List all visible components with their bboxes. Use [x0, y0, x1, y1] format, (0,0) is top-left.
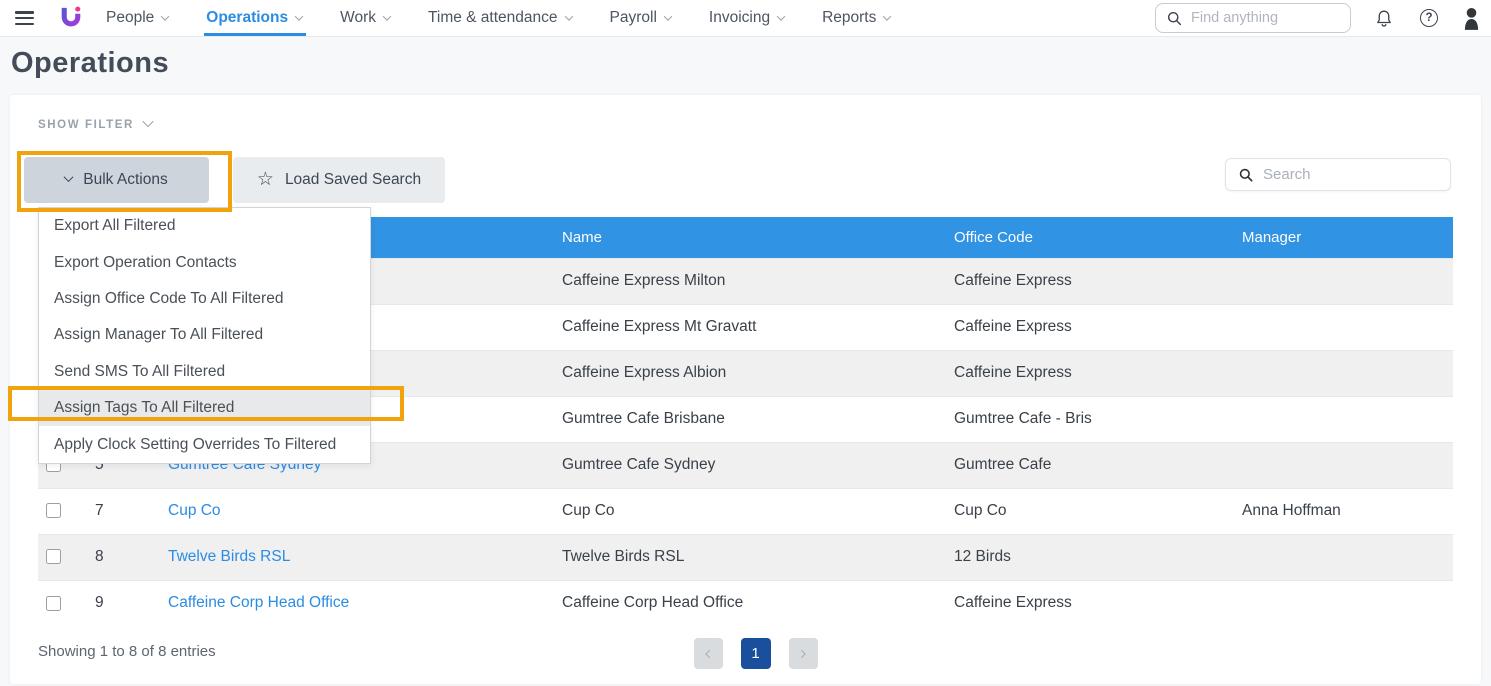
search-icon [1239, 168, 1253, 182]
menu-item-export-operation-contacts[interactable]: Export Operation Contacts [39, 244, 370, 280]
table-search [1225, 158, 1451, 191]
help-icon[interactable] [1420, 9, 1438, 27]
hamburger-menu-icon[interactable] [15, 11, 34, 25]
row-checkbox[interactable] [46, 503, 61, 518]
menu-item-assign-tags[interactable]: Assign Tags To All Filtered [39, 390, 370, 426]
nav-reports[interactable]: Reports [822, 0, 890, 36]
operation-link[interactable]: Caffeine Corp Head Office [168, 594, 349, 611]
header-manager: Manager [1240, 217, 1453, 258]
chevron-down-icon [777, 12, 785, 20]
page-title: Operations [11, 47, 169, 80]
nav-people[interactable]: People [106, 0, 168, 36]
prev-page-button[interactable] [694, 638, 723, 669]
chevron-down-icon [161, 12, 169, 20]
header-name: Name [560, 217, 952, 258]
menu-item-export-all-filtered[interactable]: Export All Filtered [39, 208, 370, 244]
nav-work[interactable]: Work [340, 0, 390, 36]
notifications-bell-icon[interactable] [1375, 9, 1393, 28]
next-page-button[interactable] [789, 638, 818, 669]
nav-time-attendance[interactable]: Time & attendance [428, 0, 572, 36]
operations-card: SHOW FILTER Bulk Actions ☆ Load Saved Se… [10, 95, 1481, 684]
menu-item-assign-manager[interactable]: Assign Manager To All Filtered [39, 317, 370, 353]
user-avatar[interactable] [1461, 6, 1482, 31]
chevron-right-icon [797, 649, 805, 657]
global-search-input[interactable] [1191, 10, 1331, 26]
search-icon [1167, 11, 1182, 26]
nav-payroll[interactable]: Payroll [610, 0, 671, 36]
bulk-actions-menu: Export All Filtered Export Operation Con… [38, 207, 371, 464]
chevron-down-icon [64, 172, 74, 182]
chevron-down-icon [142, 115, 153, 126]
table-search-input[interactable] [1263, 166, 1423, 183]
nav-invoicing[interactable]: Invoicing [709, 0, 784, 36]
app-logo-icon[interactable] [60, 5, 82, 31]
table-row: 8 Twelve Birds RSL Twelve Birds RSL 12 B… [38, 534, 1453, 580]
table-row: 9 Caffeine Corp Head Office Caffeine Cor… [38, 580, 1453, 626]
load-saved-search-button[interactable]: ☆ Load Saved Search [233, 157, 445, 203]
page-1-button[interactable]: 1 [741, 638, 771, 669]
chevron-left-icon [705, 649, 713, 657]
menu-item-send-sms[interactable]: Send SMS To All Filtered [39, 354, 370, 390]
topbar: People Operations Work Time & attendance… [0, 0, 1491, 37]
chevron-down-icon [564, 12, 572, 20]
header-office-code: Office Code [952, 217, 1240, 258]
global-search [1155, 3, 1351, 33]
operation-link[interactable]: Twelve Birds RSL [168, 548, 290, 565]
row-checkbox[interactable] [46, 549, 61, 564]
bulk-actions-button[interactable]: Bulk Actions [24, 157, 209, 203]
pagination: 1 [694, 638, 818, 669]
chevron-down-icon [664, 12, 672, 20]
chevron-down-icon [883, 12, 891, 20]
chevron-down-icon [295, 12, 303, 20]
star-icon: ☆ [257, 170, 274, 189]
chevron-down-icon [383, 12, 391, 20]
table-row: 7 Cup Co Cup Co Cup Co Anna Hoffman [38, 488, 1453, 534]
show-filter-toggle[interactable]: SHOW FILTER [38, 119, 152, 131]
menu-item-assign-office-code[interactable]: Assign Office Code To All Filtered [39, 281, 370, 317]
operation-link[interactable]: Cup Co [168, 502, 221, 519]
nav-operations[interactable]: Operations [206, 0, 302, 36]
entries-summary: Showing 1 to 8 of 8 entries [38, 643, 216, 660]
menu-item-apply-clock-setting-overrides[interactable]: Apply Clock Setting Overrides To Filtere… [39, 426, 370, 462]
main-nav: People Operations Work Time & attendance… [106, 0, 890, 36]
row-checkbox[interactable] [46, 596, 61, 611]
